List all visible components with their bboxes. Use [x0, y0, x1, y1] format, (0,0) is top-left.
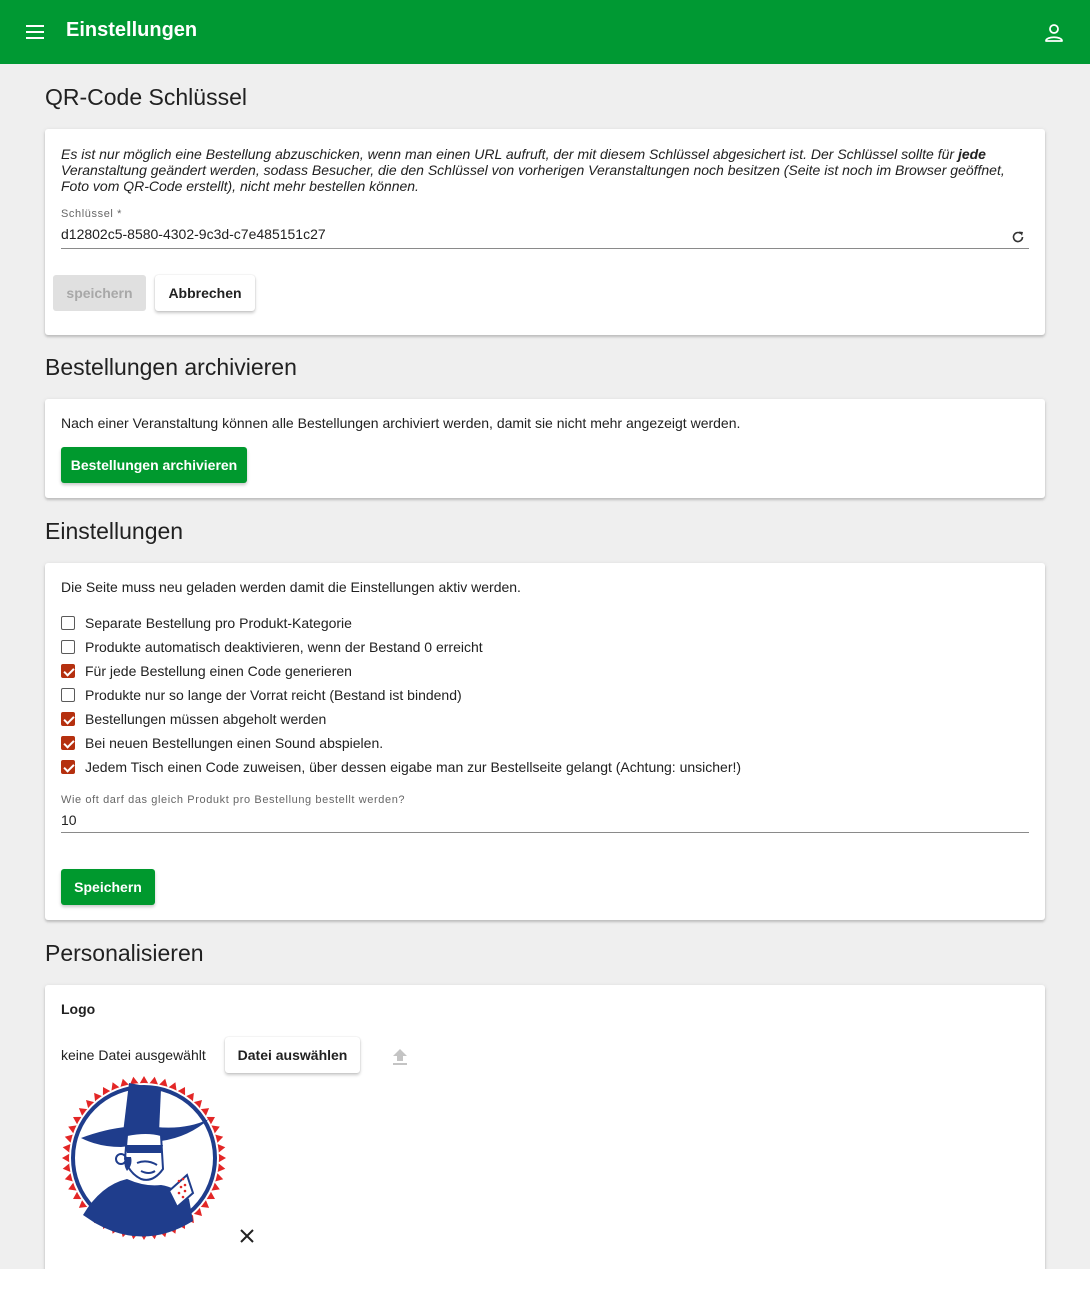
- checkbox-unchecked[interactable]: [61, 688, 75, 702]
- max-qty-label: Wie oft darf das gleich Produkt pro Best…: [61, 794, 406, 806]
- logo-image: [61, 1075, 227, 1241]
- max-qty-underline: [61, 832, 1029, 833]
- settings-option[interactable]: Separate Bestellung pro Produkt-Kategori…: [61, 613, 352, 633]
- personalize-section-title: Personalisieren: [45, 940, 204, 966]
- settings-option[interactable]: Jedem Tisch einen Code zuweisen, über de…: [61, 757, 741, 777]
- page: Einstellungen QR-Code Schlüssel Es ist n…: [0, 0, 1090, 1269]
- settings-option-label: Produkte nur so lange der Vorrat reicht …: [85, 687, 462, 703]
- logo-label: Logo: [61, 1001, 96, 1017]
- archive-orders-button[interactable]: Bestellungen archivieren: [61, 447, 247, 483]
- checkbox-unchecked[interactable]: [61, 640, 75, 654]
- checkbox-checked[interactable]: [61, 736, 75, 750]
- settings-option[interactable]: Für jede Bestellung einen Code generiere…: [61, 661, 352, 681]
- settings-option[interactable]: Bei neuen Bestellungen einen Sound abspi…: [61, 733, 383, 753]
- settings-option-label: Bei neuen Bestellungen einen Sound abspi…: [85, 735, 384, 751]
- cancel-button[interactable]: Abbrechen: [155, 275, 255, 311]
- refresh-icon[interactable]: [1010, 229, 1026, 245]
- settings-option[interactable]: Produkte nur so lange der Vorrat reicht …: [61, 685, 462, 705]
- key-input-underline: [61, 248, 1029, 249]
- close-icon[interactable]: [239, 1228, 255, 1244]
- qr-section-title: QR-Code Schlüssel: [45, 84, 247, 110]
- account-icon[interactable]: [1043, 22, 1065, 44]
- save-key-button[interactable]: speichern: [53, 275, 146, 311]
- menu-icon[interactable]: [24, 22, 46, 42]
- settings-option[interactable]: Produkte automatisch deaktivieren, wenn …: [61, 637, 483, 657]
- archive-card: Nach einer Veranstaltung können alle Bes…: [45, 399, 1045, 498]
- settings-option-label: Jedem Tisch einen Code zuweisen, über de…: [85, 759, 742, 775]
- archive-section-title: Bestellungen archivieren: [45, 354, 297, 380]
- settings-option-label: Produkte automatisch deaktivieren, wenn …: [85, 639, 483, 655]
- qr-card: Es ist nur möglich eine Bestellung abzus…: [45, 129, 1045, 335]
- checkbox-unchecked[interactable]: [61, 616, 75, 630]
- archive-text: Nach einer Veranstaltung können alle Bes…: [61, 415, 741, 431]
- checkbox-checked[interactable]: [61, 760, 75, 774]
- settings-option-label: Für jede Bestellung einen Code generiere…: [85, 663, 352, 679]
- choose-file-button[interactable]: Datei auswählen: [225, 1037, 360, 1073]
- key-input[interactable]: d12802c5-8580-4302-9c3d-c7e485151c27: [61, 226, 326, 242]
- settings-reload-hint: Die Seite muss neu geladen werden damit …: [61, 579, 521, 595]
- file-status: keine Datei ausgewählt: [61, 1047, 206, 1063]
- app-toolbar: Einstellungen: [0, 0, 1090, 64]
- page-title: Einstellungen: [66, 19, 198, 41]
- settings-option-label: Separate Bestellung pro Produkt-Kategori…: [85, 615, 352, 631]
- settings-option-label: Bestellungen müssen abgeholt werden: [85, 711, 327, 727]
- upload-icon: [391, 1047, 409, 1067]
- personalize-card: Logo keine Datei ausgewählt Datei auswäh…: [45, 985, 1045, 1269]
- settings-option[interactable]: Bestellungen müssen abgeholt werden: [61, 709, 326, 729]
- settings-section-title: Einstellungen: [45, 518, 184, 544]
- settings-card: Die Seite muss neu geladen werden damit …: [45, 563, 1045, 920]
- checkbox-checked[interactable]: [61, 664, 75, 678]
- max-qty-input[interactable]: 10: [61, 812, 77, 828]
- save-settings-button[interactable]: Speichern: [61, 869, 155, 905]
- qr-info-text: Es ist nur möglich eine Bestellung abzus…: [61, 146, 1005, 194]
- key-field-label: Schlüssel *: [61, 208, 123, 220]
- checkbox-checked[interactable]: [61, 712, 75, 726]
